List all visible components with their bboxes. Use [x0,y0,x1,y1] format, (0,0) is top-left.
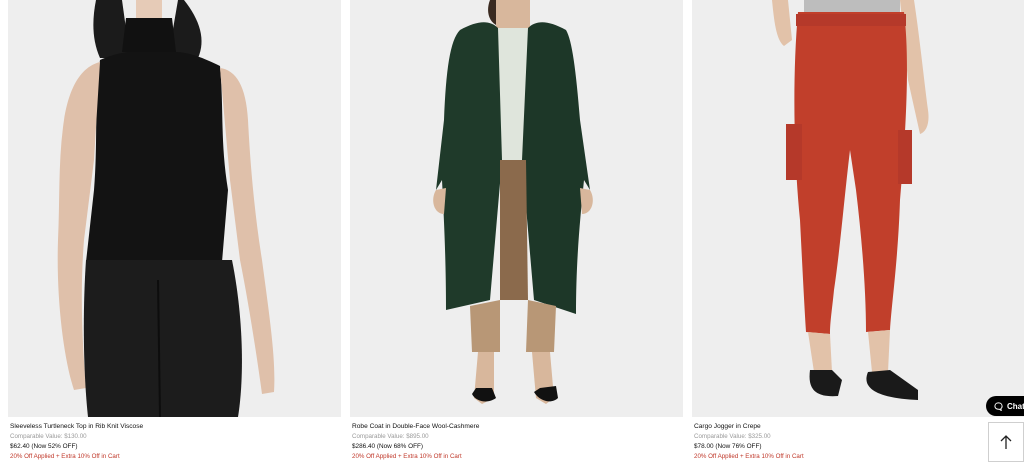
product-card[interactable]: Cargo Jogger in Crepe Comparable Value: … [692,0,1024,462]
sleeveless-turtleneck-photo [8,0,341,417]
product-card[interactable]: Robe Coat in Double-Face Wool-Cashmere C… [350,0,683,462]
product-name[interactable]: Cargo Jogger in Crepe [694,422,1024,432]
product-info: Robe Coat in Double-Face Wool-Cashmere C… [350,417,683,462]
product-image[interactable] [692,0,1024,417]
promo-text: 20% Off Applied + Extra 10% Off in Cart [352,453,462,460]
product-image[interactable] [8,0,341,417]
product-info: Cargo Jogger in Crepe Comparable Value: … [692,417,1024,462]
cargo-jogger-photo [692,0,1024,417]
product-card[interactable]: Sleeveless Turtleneck Top in Rib Knit Vi… [8,0,341,462]
chat-bubble-icon [994,401,1003,411]
product-name[interactable]: Robe Coat in Double-Face Wool-Cashmere [352,422,683,432]
product-price: $62.40 (Now 52% OFF) [10,443,78,450]
product-price: $78.00 (Now 76% OFF) [694,443,762,450]
promo-text: 20% Off Applied + Extra 10% Off in Cart [10,453,120,460]
product-info: Sleeveless Turtleneck Top in Rib Knit Vi… [8,417,341,462]
comparable-value: Comparable Value: $130.00 [10,433,87,440]
product-price: $286.40 (Now 68% OFF) [352,443,424,450]
product-name[interactable]: Sleeveless Turtleneck Top in Rib Knit Vi… [10,422,341,432]
comparable-value: Comparable Value: $325.00 [694,433,771,440]
back-to-top-button[interactable] [988,422,1024,462]
chat-button[interactable]: Chat [986,396,1024,416]
product-grid: Sleeveless Turtleneck Top in Rib Knit Vi… [0,0,1024,473]
product-image[interactable] [350,0,683,417]
robe-coat-photo [350,0,683,417]
chat-label: Chat [1007,401,1024,411]
comparable-value: Comparable Value: $895.00 [352,433,429,440]
promo-text: 20% Off Applied + Extra 10% Off in Cart [694,453,804,460]
arrow-up-icon [999,434,1013,450]
